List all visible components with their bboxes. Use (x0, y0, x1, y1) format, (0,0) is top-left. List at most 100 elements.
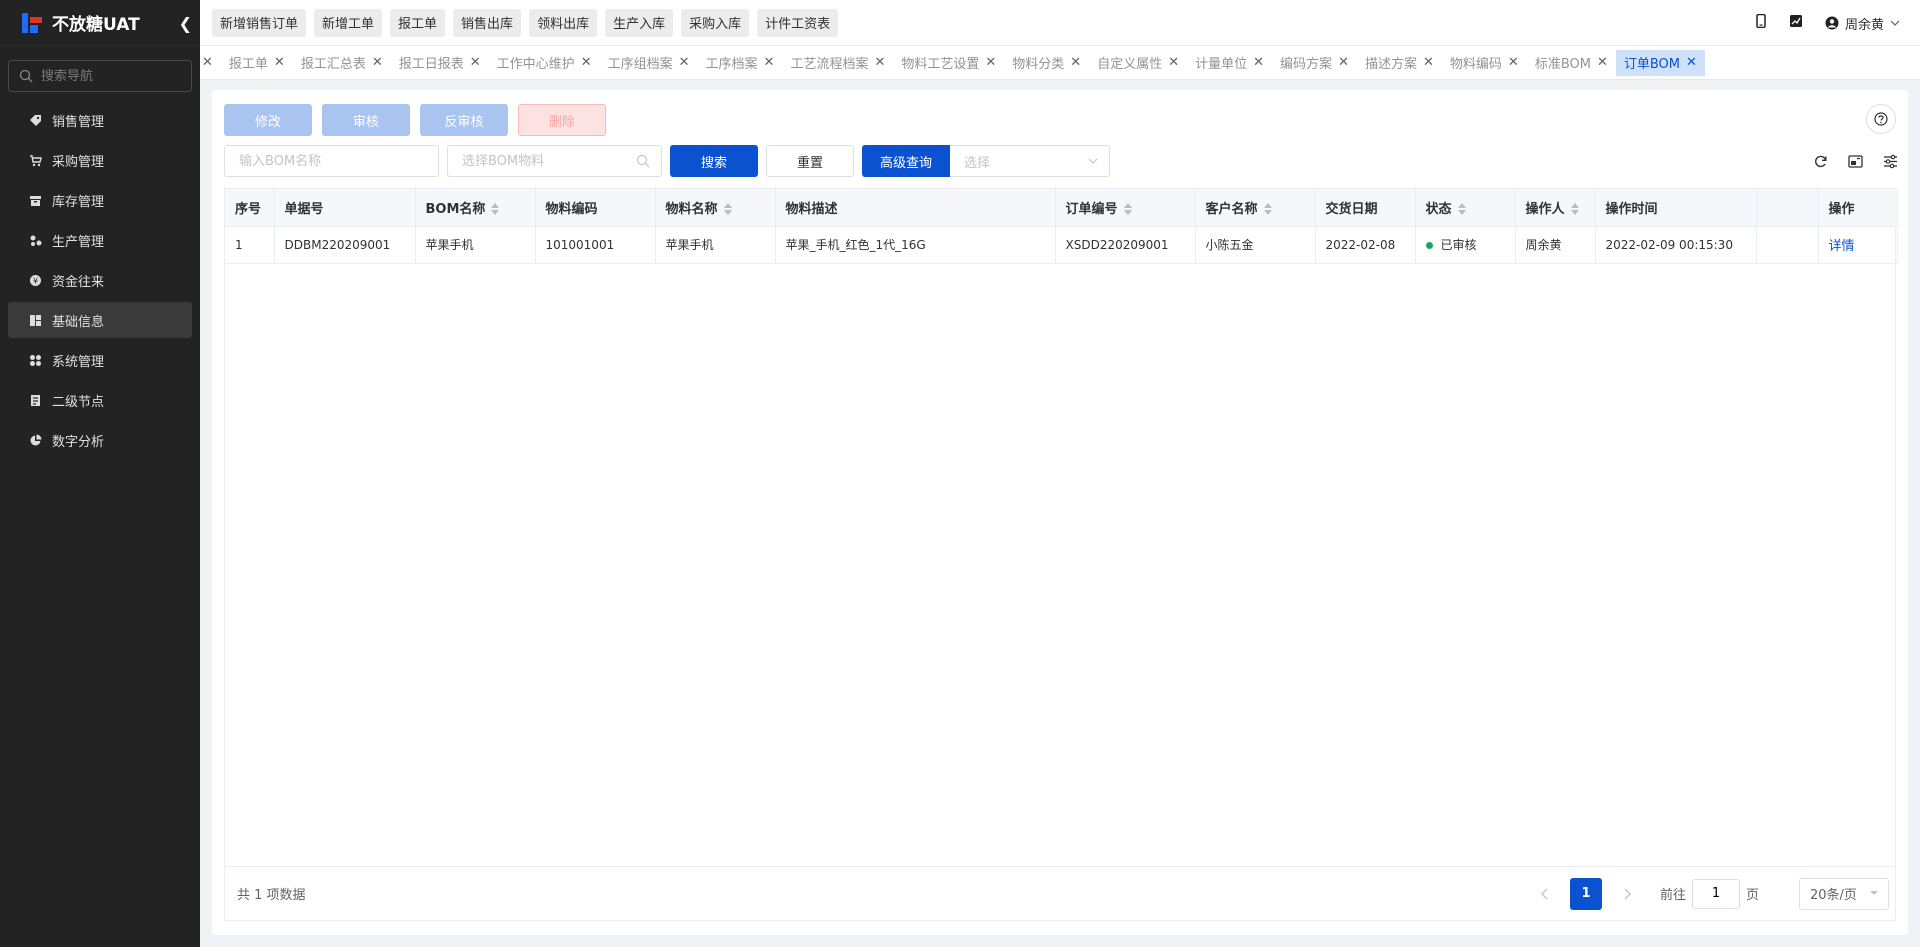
sort-icon[interactable] (1457, 203, 1466, 216)
sidebar-item-analytics[interactable]: 数字分析 (8, 422, 192, 458)
bom-name-input[interactable] (224, 145, 439, 177)
quick-production-inbound-button[interactable]: 生产入库 (605, 8, 674, 37)
next-page-icon[interactable] (1612, 879, 1642, 909)
density-icon[interactable] (1848, 154, 1863, 169)
sidebar-item-inventory[interactable]: 库存管理 (8, 182, 192, 218)
tab-order-bom[interactable]: 订单BOM ✕ (1615, 49, 1705, 76)
close-icon[interactable]: ✕ (985, 55, 996, 70)
tab-desc-scheme[interactable]: 描述方案 ✕ (1357, 50, 1442, 76)
sort-icon[interactable] (491, 203, 500, 216)
col-customer[interactable]: 客户名称 (1195, 189, 1316, 227)
bom-material-picker[interactable] (447, 145, 662, 177)
quick-new-work-order-button[interactable]: 新增工单 (314, 8, 383, 37)
sort-icon[interactable] (723, 203, 732, 216)
close-icon[interactable]: ✕ (874, 55, 885, 70)
tab-work-report[interactable]: 报工单 ✕ (221, 50, 293, 76)
col-material-name[interactable]: 物料名称 (655, 189, 776, 227)
tab-material-category[interactable]: 物料分类 ✕ (1004, 50, 1089, 76)
tab-process-flow[interactable]: 工艺流程档案 ✕ (782, 50, 893, 76)
advanced-query-button[interactable]: 高级查询 (862, 145, 950, 177)
quick-piecework-wage-button[interactable]: 计件工资表 (757, 8, 839, 37)
advanced-query-select[interactable]: 选择 (950, 145, 1110, 177)
quick-sales-outbound-button[interactable]: 销售出库 (453, 8, 522, 37)
tab-custom-attribute[interactable]: 自定义属性 ✕ (1089, 50, 1187, 76)
nav-search-box[interactable] (8, 60, 192, 92)
close-icon[interactable]: ✕ (470, 55, 481, 70)
close-icon[interactable]: ✕ (1597, 55, 1608, 70)
tab-code-scheme[interactable]: 编码方案 ✕ (1272, 50, 1357, 76)
close-icon[interactable]: ✕ (274, 55, 285, 70)
tab-label: 编码方案 (1280, 57, 1333, 72)
tab-standard-bom[interactable]: 标准BOM ✕ (1527, 50, 1616, 76)
goto-page-input[interactable] (1691, 878, 1740, 909)
sidebar-item-finance[interactable]: ¥ 资金往来 (8, 262, 192, 298)
col-operator[interactable]: 操作人 (1515, 189, 1596, 227)
tab-material-code[interactable]: 物料编码 ✕ (1442, 50, 1527, 76)
document-icon (28, 393, 42, 407)
brand-name: 不放糖UAT (52, 15, 140, 35)
quick-new-sales-order-button[interactable]: 新增销售订单 (212, 8, 307, 37)
sort-icon[interactable] (1123, 203, 1132, 216)
quick-work-report-button[interactable]: 报工单 (390, 8, 446, 37)
nav-search-input[interactable] (41, 68, 181, 84)
sidebar-item-label: 销售管理 (52, 114, 105, 130)
col-doc-no: 单据号 (274, 189, 416, 227)
help-icon[interactable] (1866, 104, 1896, 134)
sidebar-item-system[interactable]: 系统管理 (8, 342, 192, 378)
collapse-sidebar-icon[interactable]: ❮ (179, 14, 192, 33)
delete-button[interactable]: 删除 (518, 104, 606, 136)
tab-label: 工序组档案 (607, 57, 673, 72)
page-size-select[interactable]: 20条/页 (1799, 877, 1889, 910)
tab-material-process[interactable]: 物料工艺设置 ✕ (893, 50, 1004, 76)
close-icon[interactable]: ✕ (1686, 55, 1697, 70)
sort-icon[interactable] (1570, 203, 1579, 216)
unapprove-button[interactable]: 反审核 (420, 104, 508, 136)
search-button[interactable]: 搜索 (670, 145, 758, 177)
close-icon[interactable]: ✕ (372, 55, 383, 70)
tab-unit[interactable]: 计量单位 ✕ (1187, 50, 1272, 76)
tab-process-group[interactable]: 工序组档案 ✕ (600, 50, 698, 76)
prev-page-icon[interactable] (1530, 879, 1560, 909)
reset-button[interactable]: 重置 (766, 145, 854, 177)
tab-process[interactable]: 工序档案 ✕ (698, 50, 783, 76)
close-icon[interactable]: ✕ (679, 55, 690, 70)
close-icon[interactable]: ✕ (202, 55, 213, 70)
sidebar-item-production[interactable]: 生产管理 (8, 222, 192, 258)
close-icon[interactable]: ✕ (1253, 55, 1264, 70)
approve-button[interactable]: 审核 (322, 104, 410, 136)
col-status[interactable]: 状态 (1415, 189, 1516, 227)
sidebar-item-basic-info[interactable]: 基础信息 (8, 302, 192, 338)
search-icon (636, 154, 650, 168)
col-bom-name[interactable]: BOM名称 (415, 189, 536, 227)
edit-button[interactable]: 修改 (224, 104, 312, 136)
sidebar-item-sales[interactable]: 销售管理 (8, 102, 192, 138)
page-number-current[interactable]: 1 (1569, 877, 1602, 910)
close-icon[interactable]: ✕ (1338, 55, 1349, 70)
tab-partial-close[interactable]: ✕ (200, 50, 221, 76)
tab-work-center[interactable]: 工作中心维护 ✕ (489, 50, 600, 76)
close-icon[interactable]: ✕ (1168, 55, 1179, 70)
close-icon[interactable]: ✕ (1070, 55, 1081, 70)
quick-material-outbound-button[interactable]: 领料出库 (529, 8, 598, 37)
quick-purchase-inbound-button[interactable]: 采购入库 (681, 8, 750, 37)
dashboard-icon[interactable] (1789, 14, 1803, 32)
user-menu[interactable]: 周余黄 (1825, 14, 1900, 33)
bom-material-input[interactable] (447, 145, 662, 177)
detail-link[interactable]: 详情 (1829, 239, 1855, 254)
sidebar-item-purchase[interactable]: 采购管理 (8, 142, 192, 178)
table-row[interactable]: 1 DDBM220209001 苹果手机 101001001 苹果手机 苹果_手… (225, 226, 1898, 264)
close-icon[interactable]: ✕ (1423, 55, 1434, 70)
tab-work-report-summary[interactable]: 报工汇总表 ✕ (293, 50, 391, 76)
col-order-no[interactable]: 订单编号 (1055, 189, 1196, 227)
cell-customer: 小陈五金 (1195, 226, 1316, 264)
sidebar-item-second-level[interactable]: 二级节点 (8, 382, 192, 418)
refresh-icon[interactable] (1813, 154, 1828, 169)
close-icon[interactable]: ✕ (1508, 55, 1519, 70)
tab-work-daily-report[interactable]: 报工日报表 ✕ (391, 50, 489, 76)
column-settings-icon[interactable] (1883, 154, 1898, 169)
main-panel: 修改 审核 反审核 删除 搜索 重置 高级查询 选择 (212, 90, 1908, 935)
sort-icon[interactable] (1263, 203, 1272, 216)
mobile-icon[interactable] (1755, 13, 1767, 32)
close-icon[interactable]: ✕ (764, 55, 775, 70)
close-icon[interactable]: ✕ (581, 55, 592, 70)
